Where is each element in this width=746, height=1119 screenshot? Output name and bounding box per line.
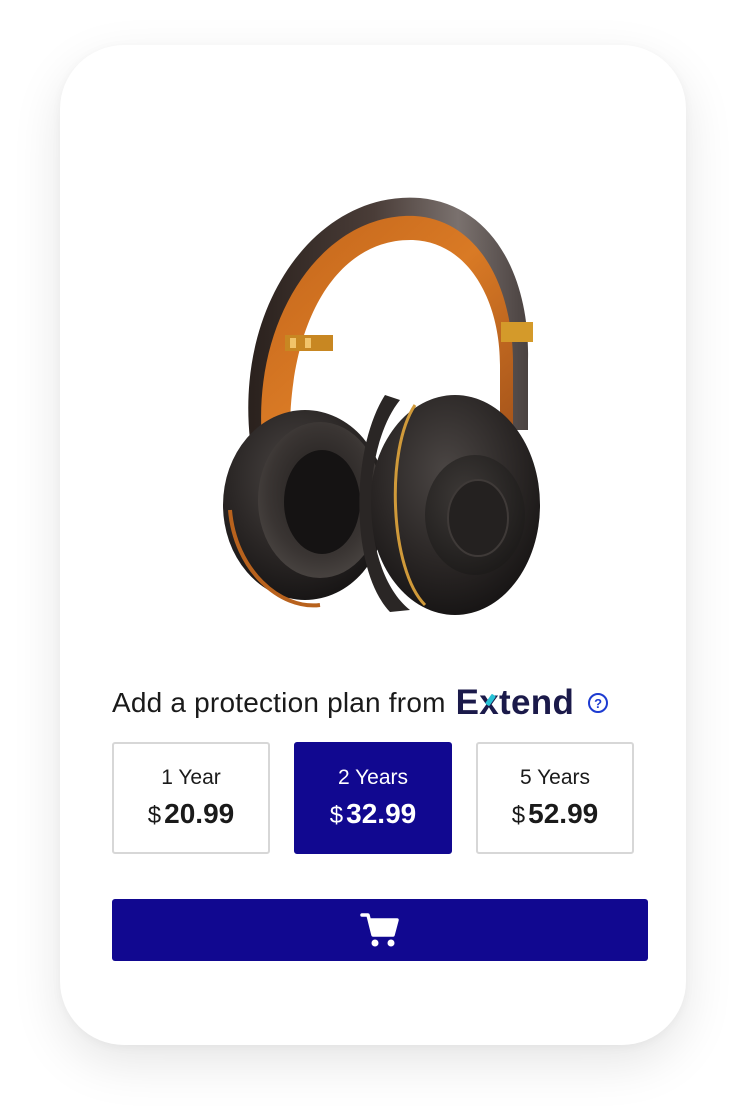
- plan-option-2-years[interactable]: 2 Years $32.99: [294, 742, 452, 854]
- product-image: [223, 197, 540, 615]
- protection-heading-row: Add a protection plan from Extend ?: [112, 681, 652, 725]
- extend-logo: Extend: [455, 683, 575, 722]
- help-icon[interactable]: ?: [588, 693, 609, 713]
- plan-term: 1 Year: [161, 766, 221, 789]
- plan-price: $32.99: [329, 798, 417, 829]
- add-to-cart-button[interactable]: [112, 899, 648, 961]
- plan-price: $52.99: [511, 798, 599, 829]
- plan-term: 5 Years: [519, 766, 591, 789]
- plan-term: 2 Years: [337, 766, 409, 789]
- plan-price: $20.99: [147, 798, 235, 829]
- protection-heading: Add a protection plan from: [112, 687, 446, 718]
- plan-option-5-years[interactable]: 5 Years $52.99: [476, 742, 634, 854]
- product-card: Add a protection plan from Extend ? 1 Ye…: [60, 45, 686, 1045]
- plan-option-1-year[interactable]: 1 Year $20.99: [112, 742, 270, 854]
- shopping-cart-icon: [360, 913, 399, 947]
- plan-options: 1 Year $20.99 2 Years $32.99 5 Years $52…: [112, 742, 636, 856]
